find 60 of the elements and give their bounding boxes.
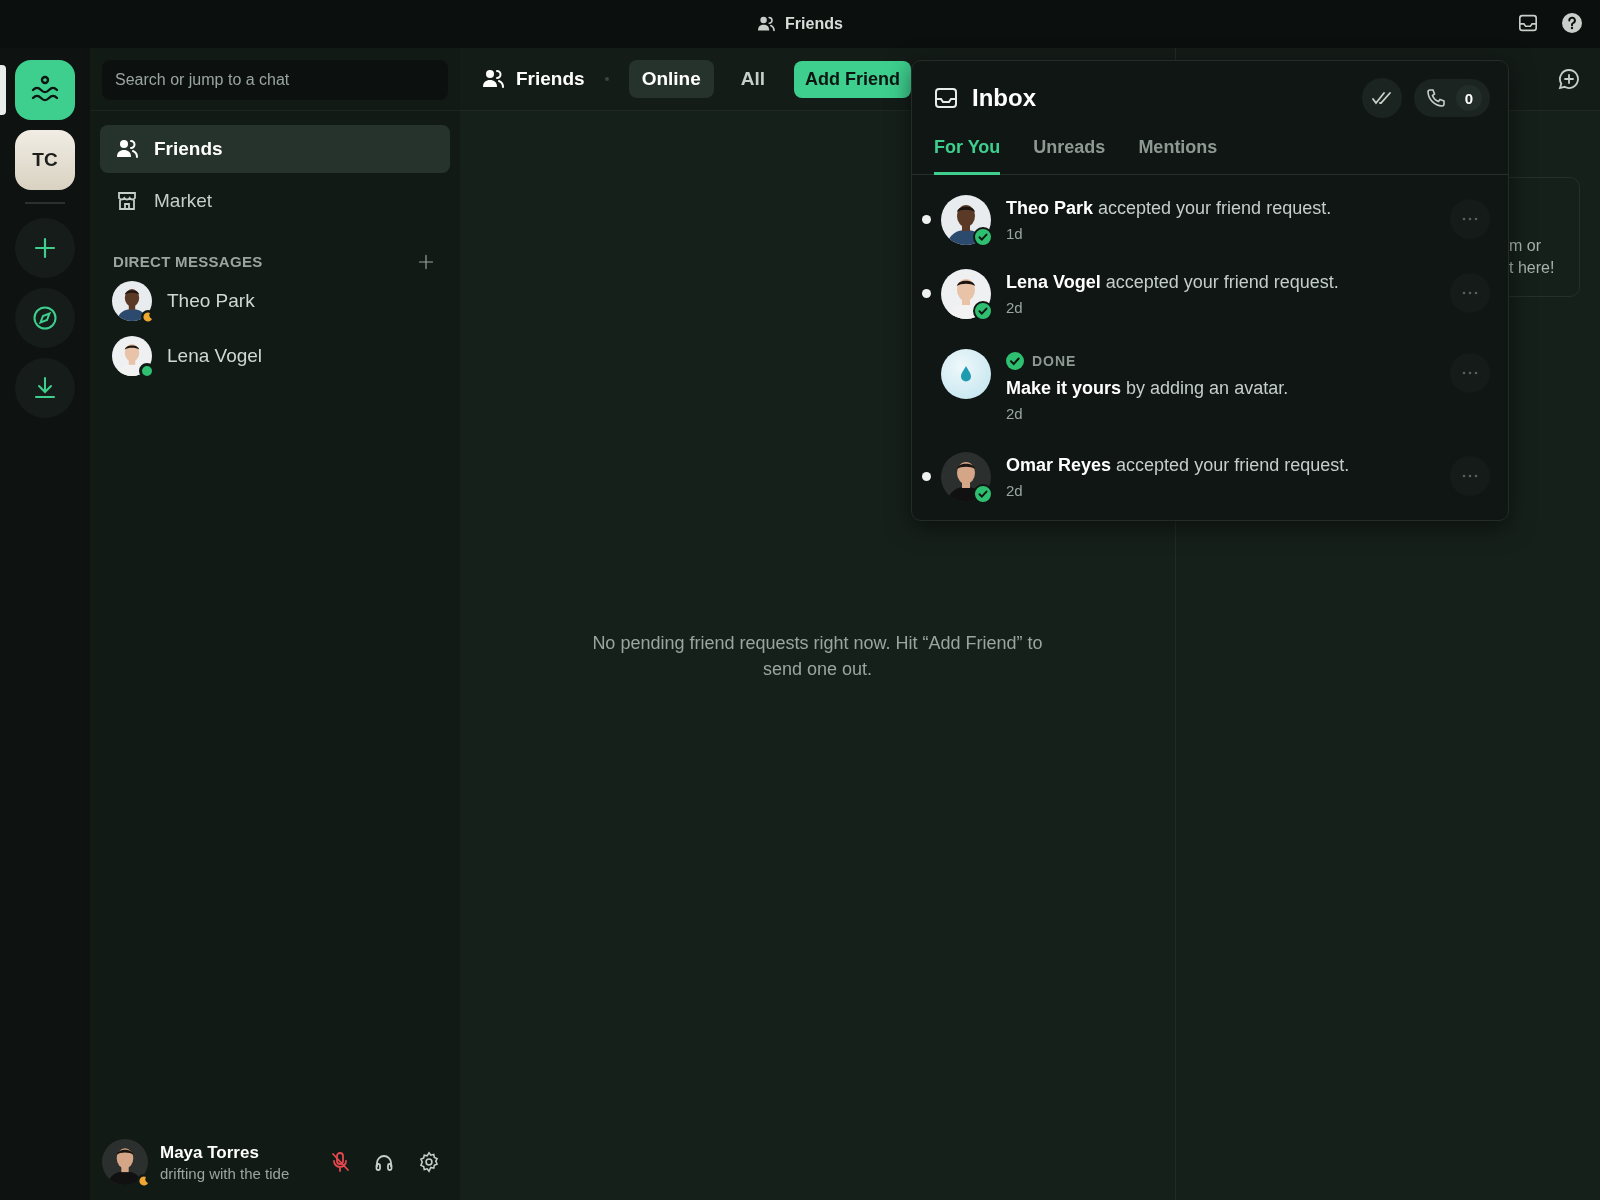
popover-title: Inbox xyxy=(972,84,1037,112)
window-title: Friends xyxy=(785,15,843,33)
status-label: DONE xyxy=(1032,353,1077,369)
water-drop-icon xyxy=(941,349,991,399)
filter-tab[interactable]: Online xyxy=(628,60,714,98)
timestamp: 2d xyxy=(1006,299,1024,316)
check-badge-icon xyxy=(973,301,993,321)
user-name: Maya Torres xyxy=(160,1142,260,1163)
check-badge-icon xyxy=(973,227,993,247)
search-field[interactable]: Search or jump to a chat xyxy=(102,60,448,100)
notification-item[interactable]: DONE Make it yours by adding an avatar. 2d xyxy=(922,349,1490,422)
friends-icon xyxy=(116,139,138,159)
more-icon xyxy=(1462,474,1478,478)
notification-item[interactable]: Theo Park accepted your friend request. 1d xyxy=(922,195,1490,245)
filter-tab[interactable]: All xyxy=(727,60,779,98)
notification-text: Lena Vogel accepted your friend request. xyxy=(1006,272,1340,293)
more-icon xyxy=(1462,371,1478,375)
inbox-tab[interactable]: For You xyxy=(934,137,1001,175)
direct-message-item[interactable]: Theo Park xyxy=(112,280,448,321)
server-icon[interactable]: TC xyxy=(15,130,75,190)
direct-message-item[interactable]: Lena Vogel xyxy=(112,335,448,376)
user-status: drifting with the tide xyxy=(160,1164,291,1182)
inbox-icon[interactable] xyxy=(1518,14,1538,32)
more-icon xyxy=(1462,217,1478,221)
notification-item[interactable]: Lena Vogel accepted your friend request. 2d xyxy=(922,269,1490,319)
empty-state-message: No pending friend requests right now. Hit “Add Friend” to send one out. xyxy=(591,631,1044,681)
section-heading: DIRECT MESSAGES xyxy=(113,253,263,270)
double-check-icon xyxy=(1372,91,1392,105)
sidebar-item[interactable]: Friends xyxy=(100,125,450,173)
friends-icon xyxy=(757,16,776,32)
server-icon[interactable] xyxy=(15,60,75,120)
page-title: Friends xyxy=(516,68,585,90)
inbox-tab[interactable]: Unreads xyxy=(1033,137,1106,175)
help-icon[interactable] xyxy=(1562,13,1582,33)
download-icon xyxy=(34,376,56,400)
sidebar-item[interactable]: Market xyxy=(100,177,450,225)
add-friend-button[interactable]: Add Friend xyxy=(794,60,912,98)
timestamp: 1d xyxy=(1006,225,1024,242)
notification-text: Make it yours by adding an avatar. xyxy=(1006,378,1290,399)
friends-icon xyxy=(482,69,504,89)
notification-item[interactable]: Omar Reyes accepted your friend request. 2d xyxy=(922,452,1490,502)
phone-icon xyxy=(1426,88,1446,108)
notification-text: Omar Reyes accepted your friend request. xyxy=(1006,455,1351,476)
card-text: m or xyxy=(1509,236,1542,256)
check-circle-icon xyxy=(1006,352,1024,370)
notification-text: Theo Park accepted your friend request. xyxy=(1006,198,1333,219)
plus-icon xyxy=(34,237,56,259)
timestamp: 2d xyxy=(1006,482,1024,499)
card-text: t here! xyxy=(1509,258,1556,278)
check-badge-icon xyxy=(973,484,993,504)
add-icon[interactable] xyxy=(418,253,434,270)
mark-all-read-button[interactable] xyxy=(1362,78,1402,118)
inbox-tab[interactable]: Mentions xyxy=(1138,137,1218,175)
calls-button[interactable]: 0 xyxy=(1414,79,1490,117)
timestamp: 2d xyxy=(1006,405,1024,422)
compass-icon xyxy=(32,305,58,331)
new-chat-icon[interactable] xyxy=(1558,68,1580,90)
inbox-icon xyxy=(934,87,958,109)
more-icon xyxy=(1462,291,1478,295)
store-icon xyxy=(116,191,138,211)
